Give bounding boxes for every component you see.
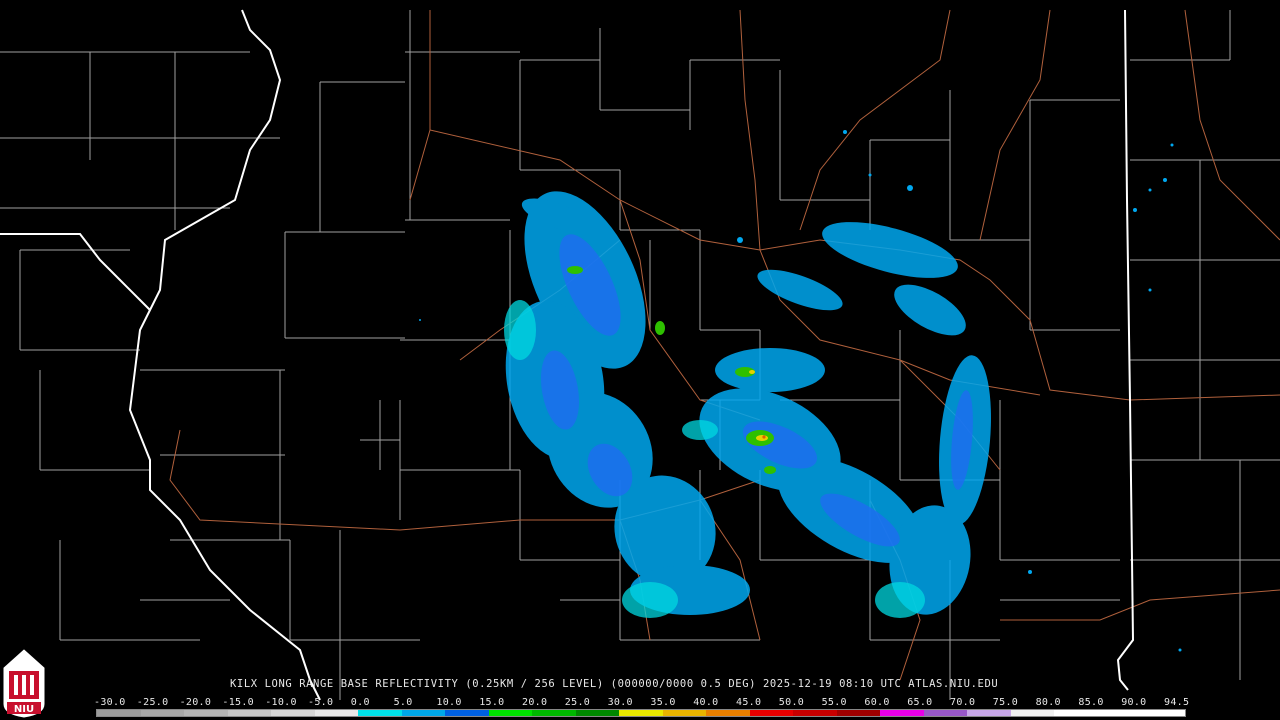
scale-label: 70.0 (950, 697, 976, 708)
colorbar-cell (880, 710, 924, 716)
logo-text: NIU (14, 704, 34, 715)
colorbar-cell (1141, 710, 1185, 716)
scale-label: 90.0 (1121, 697, 1147, 708)
colorbar-cell (923, 710, 968, 716)
colorbar-cell (706, 710, 750, 716)
scale-labels: -30.0 -25.0 -20.0 -15.0 -10.0 -5.0 0.0 5.0 10.0 1… (94, 697, 1194, 709)
colorbar-cell (532, 710, 576, 716)
colorbar-cell (749, 710, 794, 716)
colorbar-cell (97, 710, 141, 716)
product-caption: KILX LONG RANGE BASE REFLECTIVITY (0.25K… (230, 678, 999, 690)
colorbar-cell (227, 710, 272, 716)
scale-label: 0.0 (350, 697, 370, 708)
colorbar-cell (314, 710, 359, 716)
colorbar-cell (401, 710, 446, 716)
colorbar-cell (1054, 710, 1098, 716)
scale-label: -30.0 (94, 697, 126, 708)
colorbar-cell (967, 710, 1011, 716)
scale-label: 65.0 (907, 697, 933, 708)
colorbar-cell (271, 710, 315, 716)
colorbar-cell (140, 710, 185, 716)
scale-label: 94.5 (1164, 697, 1190, 708)
colorbar-cell (488, 710, 533, 716)
colorbar-cell (836, 710, 881, 716)
colorbar-cell (1097, 710, 1142, 716)
colorbar-cell (662, 710, 707, 716)
scale-label: 5.0 (393, 697, 413, 708)
scale-label: 85.0 (1078, 697, 1104, 708)
niu-logo: NIU (3, 649, 45, 718)
scale-label: 40.0 (693, 697, 719, 708)
colorbar-cell (619, 710, 663, 716)
colorbar-cell (445, 710, 489, 716)
colorbar-cell (358, 710, 402, 716)
scale-label: 15.0 (479, 697, 505, 708)
scale-label: 25.0 (564, 697, 591, 708)
colorbar-cell (575, 710, 620, 716)
scale-label: -15.0 (222, 697, 254, 708)
scale-label: 35.0 (650, 697, 676, 708)
scale-label: 45.0 (736, 697, 762, 708)
scale-label: 50.0 (778, 697, 805, 708)
colorbar-cell (1010, 710, 1055, 716)
radar-map (0, 9, 1280, 701)
scale-label: 80.0 (1035, 697, 1061, 708)
scale-label: -20.0 (179, 697, 212, 708)
reflectivity-echoes (419, 130, 1182, 652)
scale-label: -25.0 (136, 697, 169, 708)
scale-label: 75.0 (992, 697, 1019, 708)
colorbar-cell (793, 710, 837, 716)
scale-label: -5.0 (308, 697, 334, 708)
reflectivity-colorbar (96, 709, 1186, 717)
scale-label: 10.0 (436, 697, 462, 708)
scale-label: 30.0 (607, 697, 633, 708)
scale-label: -10.0 (265, 697, 297, 708)
scale-label: 20.0 (522, 697, 548, 708)
colorbar-cell (184, 710, 228, 716)
scale-label: 60.0 (864, 697, 890, 708)
scale-label: 55.0 (821, 697, 847, 708)
